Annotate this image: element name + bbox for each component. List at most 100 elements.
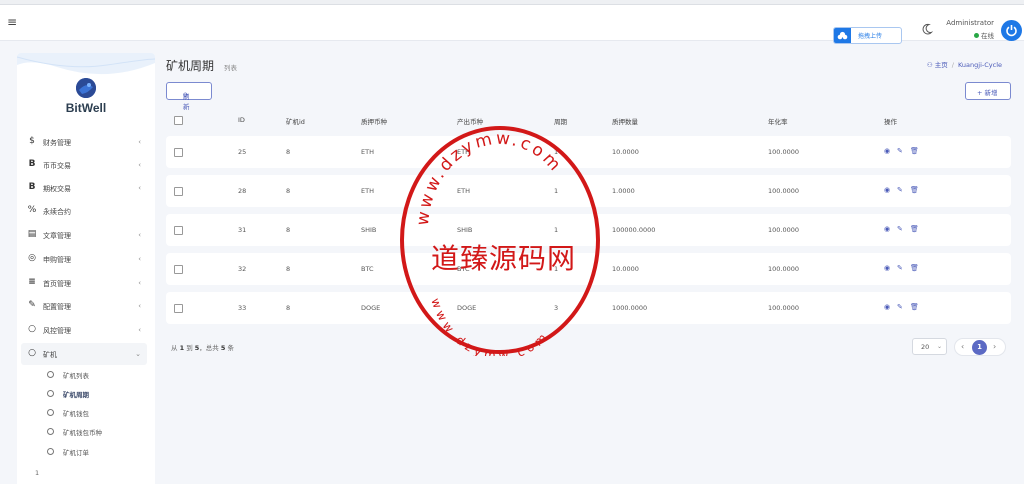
sidebar-subitem-label: 矿机列表 xyxy=(63,372,89,380)
row-checkbox[interactable] xyxy=(174,148,183,157)
cell-output-coin: DOGE xyxy=(457,304,477,312)
cell-stake-amount: 1.0000 xyxy=(612,187,635,195)
cell-annual-rate: 100.0000 xyxy=(768,265,800,273)
column-header-stake-coin[interactable]: 质押币种 xyxy=(361,116,387,126)
cell-output-coin: ETH xyxy=(457,148,470,156)
column-header-stake-amount[interactable]: 质押数量 xyxy=(612,116,638,126)
delete-trash-icon[interactable]: 🗑 xyxy=(910,264,919,272)
newspaper-icon: ▤ xyxy=(27,229,37,239)
page-size-select[interactable]: 20 ⌄ xyxy=(912,338,947,355)
row-actions: ◉ ✎ 🗑 xyxy=(884,225,924,235)
row-checkbox[interactable] xyxy=(174,304,183,313)
page-subtitle: 列表 xyxy=(224,64,237,72)
bitwell-logo xyxy=(76,78,96,98)
cell-id: 32 xyxy=(238,265,247,273)
edit-pencil-icon[interactable]: ✎ xyxy=(897,225,903,233)
admin-status-label: 在线 xyxy=(981,32,994,40)
sidebar-item-options-trading[interactable]: B 期权交易 ‹ xyxy=(17,177,147,199)
table-row[interactable]: 33 8 DOGE DOGE 3 1000.0000 100.0000 ◉ ✎ … xyxy=(166,292,1011,324)
drag-upload-button[interactable]: 拖拽上传 xyxy=(833,27,902,44)
delete-trash-icon[interactable]: 🗑 xyxy=(910,186,919,194)
sidebar-footer-text: 1 xyxy=(35,469,40,477)
edit-pencil-icon[interactable]: ✎ xyxy=(897,264,903,272)
select-all-checkbox[interactable] xyxy=(174,116,183,125)
sidebar-item-config[interactable]: ✎ 配置管理 ‹ xyxy=(17,295,147,317)
sidebar-item-label: 文章管理 xyxy=(43,232,71,240)
cell-output-coin: SHIB xyxy=(457,226,473,234)
admin-username[interactable]: Administrator xyxy=(946,19,994,27)
sidebar-item-perpetual[interactable]: % 永续合约 xyxy=(17,200,147,222)
sidebar-item-miner[interactable]: ○ 矿机 ⌄ xyxy=(21,343,147,365)
sidebar-item-label: 风控管理 xyxy=(43,327,71,335)
table-row[interactable]: 25 8 ETH ETH 1 10.0000 100.0000 ◉ ✎ 🗑 xyxy=(166,136,1011,168)
online-dot-icon xyxy=(974,33,979,38)
delete-trash-icon[interactable]: 🗑 xyxy=(910,225,919,233)
row-checkbox[interactable] xyxy=(174,265,183,274)
edit-pencil-icon[interactable]: ✎ xyxy=(897,303,903,311)
sidebar-item-label: 币币交易 xyxy=(43,162,71,170)
column-header-miner-id[interactable]: 矿机id xyxy=(286,116,305,126)
sidebar-item-label: 申购管理 xyxy=(43,256,71,264)
view-eye-icon[interactable]: ◉ xyxy=(884,225,890,233)
table-row[interactable]: 31 8 SHIB SHIB 1 100000.0000 100.0000 ◉ … xyxy=(166,214,1011,246)
edit-pencil-icon[interactable]: ✎ xyxy=(897,147,903,155)
chevron-left-icon: ‹ xyxy=(138,279,141,287)
column-header-cycle[interactable]: 周期 xyxy=(554,116,567,126)
cell-annual-rate: 100.0000 xyxy=(768,148,800,156)
sidebar-item-finance[interactable]: $ 财务管理 ‹ xyxy=(17,131,147,153)
cell-stake-coin: ETH xyxy=(361,187,374,195)
row-actions: ◉ ✎ 🗑 xyxy=(884,303,924,313)
column-header-id[interactable]: ID xyxy=(238,116,245,124)
column-header-output-coin[interactable]: 产出币种 xyxy=(457,116,483,126)
delete-trash-icon[interactable]: 🗑 xyxy=(910,147,919,155)
cell-cycle: 1 xyxy=(554,148,559,156)
row-checkbox[interactable] xyxy=(174,226,183,235)
prev-page-chevron-icon[interactable]: ‹ xyxy=(961,342,964,351)
sidebar-item-articles[interactable]: ▤ 文章管理 ‹ xyxy=(17,224,147,246)
cell-stake-coin: ETH xyxy=(361,148,374,156)
chevron-down-icon: ⌄ xyxy=(135,350,141,358)
bitcoin-icon: B xyxy=(28,182,36,192)
view-eye-icon[interactable]: ◉ xyxy=(884,303,890,311)
column-header-annual-rate[interactable]: 年化率 xyxy=(768,116,788,126)
add-button[interactable]: + 新增 xyxy=(965,82,1011,100)
cell-stake-amount: 10.0000 xyxy=(612,148,639,156)
table-row[interactable]: 28 8 ETH ETH 1 1.0000 100.0000 ◉ ✎ 🗑 xyxy=(166,175,1011,207)
cell-output-coin: BTC xyxy=(457,265,470,273)
sidebar-item-subscription[interactable]: ◎ 申购管理 ‹ xyxy=(17,248,147,270)
pagination-summary: 从 1 到 5，总共 5 条 xyxy=(171,344,234,352)
cell-miner-id: 8 xyxy=(286,265,291,273)
sidebar-item-spot-trading[interactable]: B 币币交易 ‹ xyxy=(17,154,147,176)
breadcrumb-home[interactable]: 主页 xyxy=(935,61,948,69)
chevron-left-icon: ‹ xyxy=(138,302,141,310)
table-row[interactable]: 32 8 BTC BTC 1 10.0000 100.0000 ◉ ✎ 🗑 xyxy=(166,253,1011,285)
sidebar-item-homepage[interactable]: ≡ 首页管理 ‹ xyxy=(17,272,147,294)
view-eye-icon[interactable]: ◉ xyxy=(884,264,890,272)
avatar[interactable] xyxy=(1001,20,1022,41)
sidebar-subitem-label: 矿机钱包币种 xyxy=(63,429,102,437)
sidebar-item-label: 财务管理 xyxy=(43,139,71,147)
cell-stake-coin: BTC xyxy=(361,265,374,273)
pagination-control: ‹ 1 › xyxy=(954,338,1006,356)
breadcrumb: ⚇ 主页 / Kuangji-Cycle xyxy=(927,59,1002,69)
view-eye-icon[interactable]: ◉ xyxy=(884,186,890,194)
cell-miner-id: 8 xyxy=(286,187,291,195)
sidebar: BitWell $ 财务管理 ‹ B 币币交易 ‹ B 期权交易 ‹ % 永续合… xyxy=(17,53,155,484)
refresh-button[interactable]: ⟳ 刷新 xyxy=(166,82,212,111)
circle-icon xyxy=(47,428,54,435)
cell-stake-coin: DOGE xyxy=(361,304,381,312)
view-eye-icon[interactable]: ◉ xyxy=(884,147,890,155)
row-checkbox[interactable] xyxy=(174,187,183,196)
sidebar-subitem-label: 矿机周期 xyxy=(63,391,89,399)
hamburger-menu-icon[interactable]: ≡ xyxy=(7,16,17,28)
bitcoin-icon: B xyxy=(28,159,36,169)
next-page-chevron-icon[interactable]: › xyxy=(993,342,996,351)
theme-toggle-moon-icon[interactable] xyxy=(921,23,934,35)
cell-output-coin: ETH xyxy=(457,187,470,195)
sidebar-item-risk-control[interactable]: ○ 风控管理 ‹ xyxy=(17,319,147,341)
current-page-button[interactable]: 1 xyxy=(972,340,987,355)
edit-pencil-icon[interactable]: ✎ xyxy=(897,186,903,194)
sidebar-item-label: 永续合约 xyxy=(43,208,71,216)
breadcrumb-separator: / xyxy=(951,61,954,69)
delete-trash-icon[interactable]: 🗑 xyxy=(910,303,919,311)
